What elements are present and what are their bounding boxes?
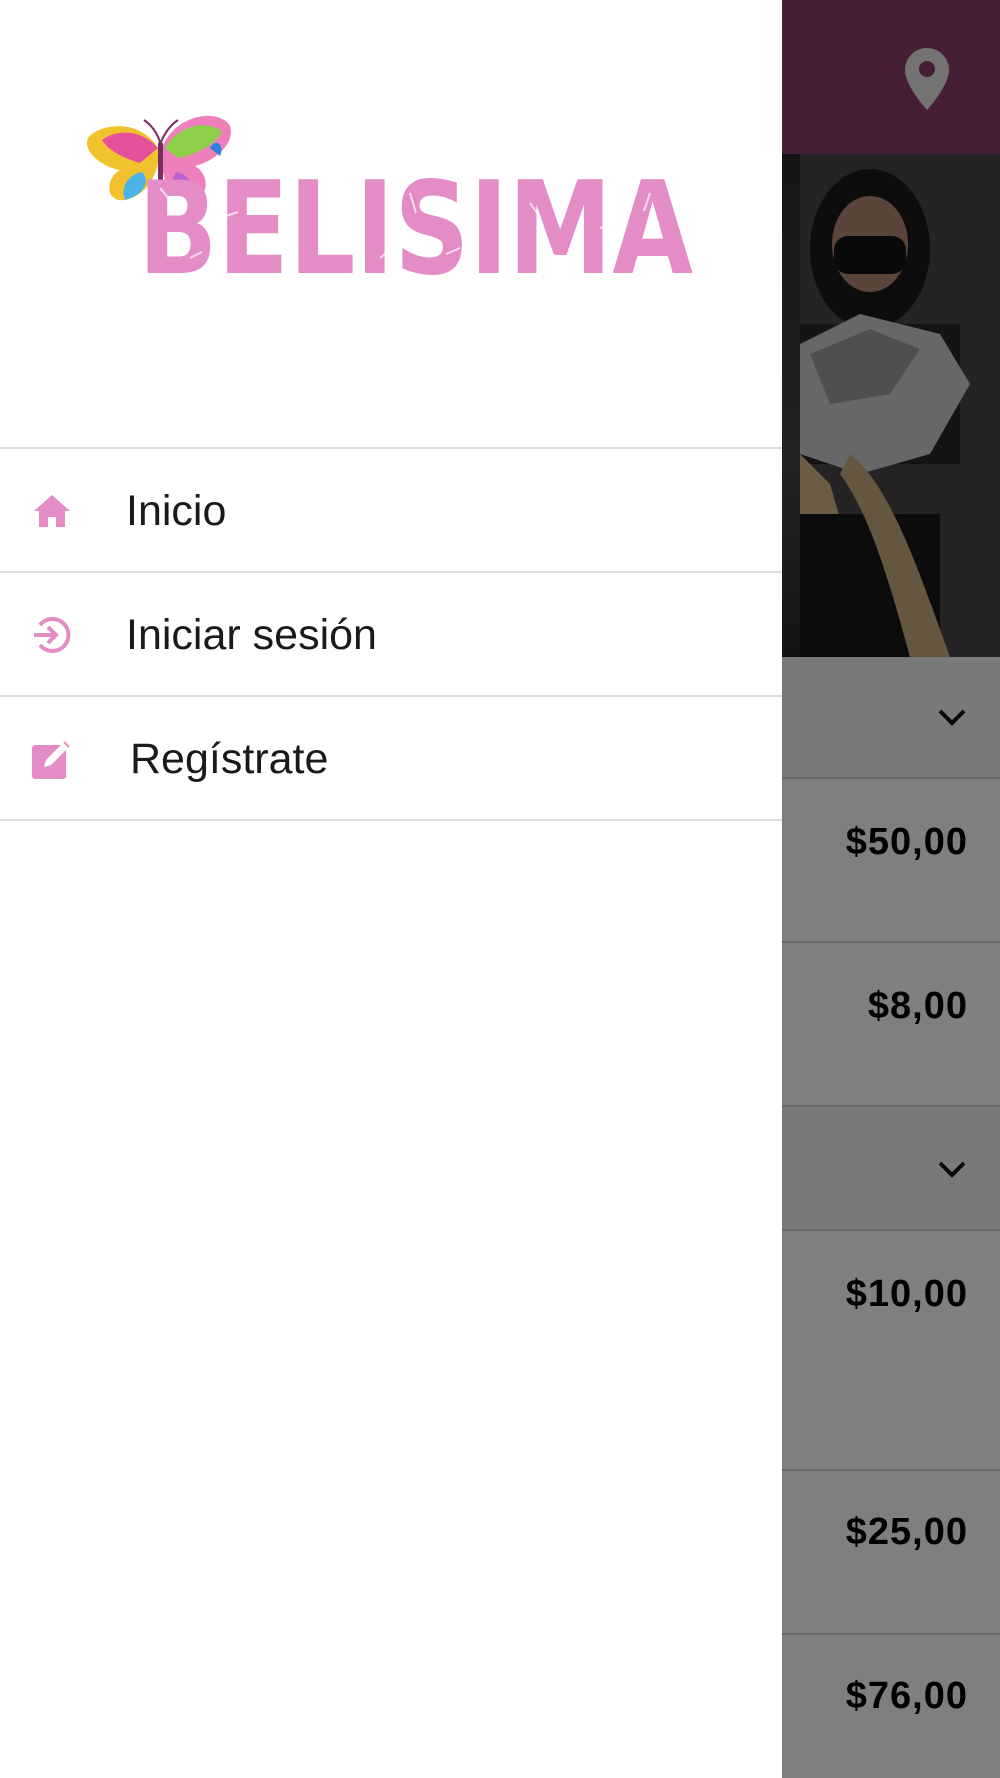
login-icon	[34, 617, 71, 653]
home-icon	[34, 495, 70, 527]
service-price: $50,00	[845, 821, 968, 863]
nav-item-inicio[interactable]: Inicio	[0, 449, 782, 573]
nav-item-iniciar-sesion[interactable]: Iniciar sesión	[0, 573, 782, 697]
nav-item-label: Regístrate	[130, 735, 329, 783]
nav-item-label: Iniciar sesión	[126, 611, 377, 659]
chevron-down-icon	[938, 1161, 966, 1178]
edit-icon	[32, 741, 70, 779]
drawer-header: BELISIMA	[0, 0, 782, 449]
nav-item-label: Inicio	[126, 487, 227, 535]
map-pin-icon	[905, 48, 949, 110]
nav-item-registrate[interactable]: Regístrate	[0, 697, 782, 821]
belisima-logo: BELISIMA	[87, 115, 693, 288]
service-price: $8,00	[867, 985, 968, 1027]
navigation-drawer: BELISIMA Inicio Iniciar sesión Regístrat…	[0, 0, 782, 1778]
salon-photo	[800, 154, 1000, 657]
service-price: $25,00	[845, 1511, 968, 1553]
service-price: $76,00	[845, 1675, 968, 1717]
service-price: $10,00	[845, 1273, 968, 1315]
svg-text:BELISIMA: BELISIMA	[138, 155, 693, 288]
chevron-down-icon	[938, 709, 966, 726]
location-button[interactable]	[898, 46, 956, 112]
app-screen: $50,00 $8,00 $10,00 $25,00 $76,00 BELISI…	[0, 0, 1000, 1778]
